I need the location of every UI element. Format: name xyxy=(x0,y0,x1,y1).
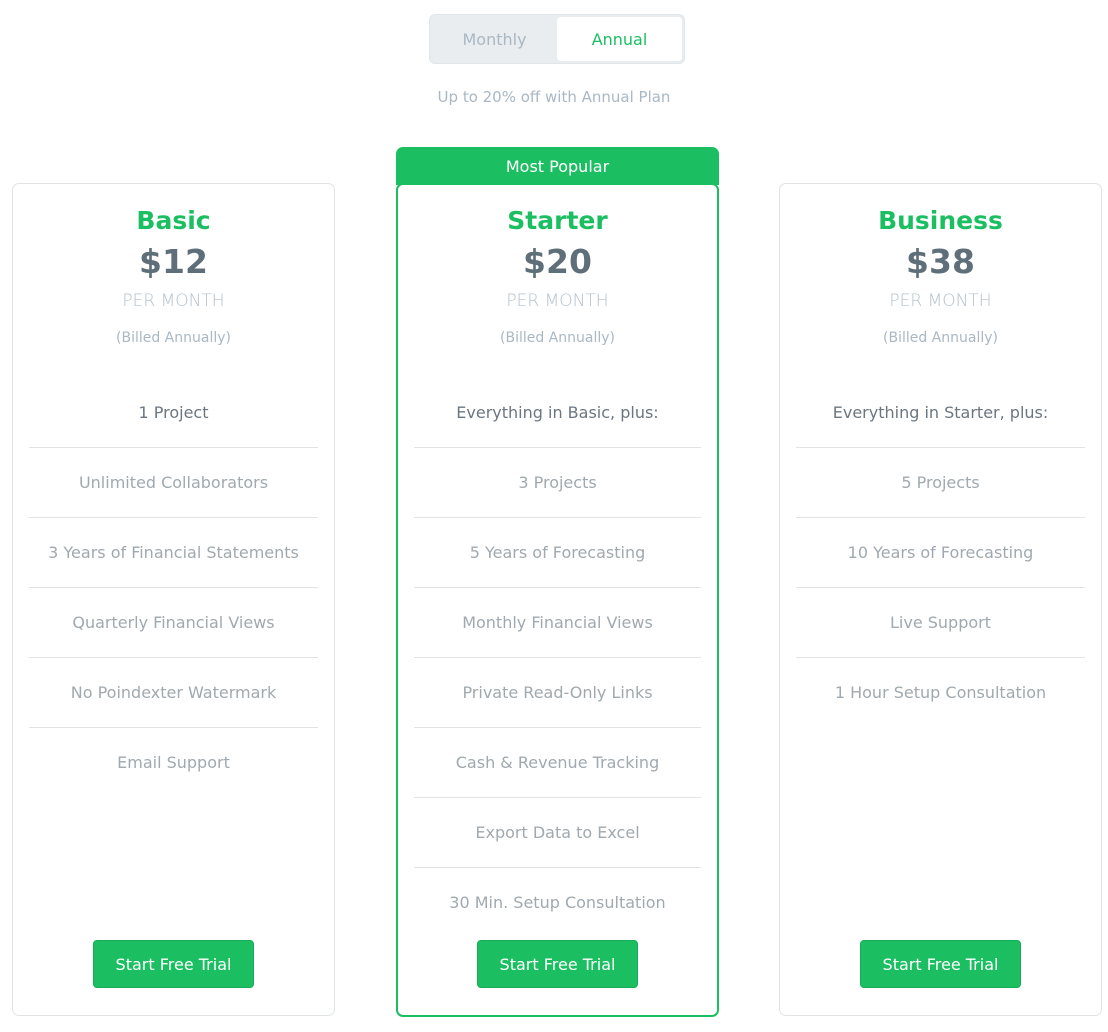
feature-item: Unlimited Collaborators xyxy=(29,447,318,517)
feature-item: 10 Years of Forecasting xyxy=(796,517,1085,587)
feature-item: Email Support xyxy=(29,727,318,797)
feature-item: 30 Min. Setup Consultation xyxy=(414,867,701,937)
feature-list: Everything in Starter, plus: 5 Projects … xyxy=(796,377,1085,727)
most-popular-badge: Most Popular xyxy=(396,147,719,185)
plan-billed: (Billed Annually) xyxy=(883,330,998,346)
plan-name: Starter xyxy=(507,206,608,235)
feature-item: 3 Years of Financial Statements xyxy=(29,517,318,587)
feature-item: 1 Hour Setup Consultation xyxy=(796,657,1085,727)
toggle-monthly[interactable]: Monthly xyxy=(432,17,557,61)
feature-item: 1 Project xyxy=(138,402,209,422)
feature-item: 5 Years of Forecasting xyxy=(414,517,701,587)
feature-item: 3 Projects xyxy=(414,447,701,517)
feature-item: Quarterly Financial Views xyxy=(29,587,318,657)
feature-item: Private Read-Only Links xyxy=(414,657,701,727)
start-free-trial-button[interactable]: Start Free Trial xyxy=(93,940,254,988)
plan-period: PER MONTH xyxy=(506,291,609,311)
plan-price: $12 xyxy=(139,242,208,281)
plan-card-starter: Most Popular Starter $20 PER MONTH (Bill… xyxy=(396,147,719,1017)
start-free-trial-button[interactable]: Start Free Trial xyxy=(477,940,638,988)
plan-billed: (Billed Annually) xyxy=(500,330,615,346)
plan-name: Basic xyxy=(136,206,211,235)
billing-toggle: Monthly Annual xyxy=(429,14,685,64)
feature-item: Export Data to Excel xyxy=(414,797,701,867)
feature-list: 1 Project Unlimited Collaborators 3 Year… xyxy=(29,377,318,797)
discount-note: Up to 20% off with Annual Plan xyxy=(437,88,671,106)
feature-item: Everything in Basic, plus: xyxy=(456,402,659,422)
plan-billed: (Billed Annually) xyxy=(116,330,231,346)
plan-period: PER MONTH xyxy=(889,291,992,311)
plan-card-business: Business $38 PER MONTH (Billed Annually)… xyxy=(779,183,1102,1016)
toggle-annual[interactable]: Annual xyxy=(557,17,682,61)
feature-item: Everything in Starter, plus: xyxy=(832,402,1049,422)
feature-item: No Poindexter Watermark xyxy=(29,657,318,727)
start-free-trial-button[interactable]: Start Free Trial xyxy=(860,940,1021,988)
feature-item: Cash & Revenue Tracking xyxy=(414,727,701,797)
plan-price: $20 xyxy=(523,242,592,281)
plan-price: $38 xyxy=(906,242,975,281)
feature-item: Live Support xyxy=(796,587,1085,657)
plan-card-basic: Basic $12 PER MONTH (Billed Annually) 1 … xyxy=(12,183,335,1016)
plan-period: PER MONTH xyxy=(122,291,225,311)
plan-name: Business xyxy=(878,206,1003,235)
feature-list: Everything in Basic, plus: 3 Projects 5 … xyxy=(414,377,701,937)
feature-item: 5 Projects xyxy=(796,447,1085,517)
feature-item: Monthly Financial Views xyxy=(414,587,701,657)
